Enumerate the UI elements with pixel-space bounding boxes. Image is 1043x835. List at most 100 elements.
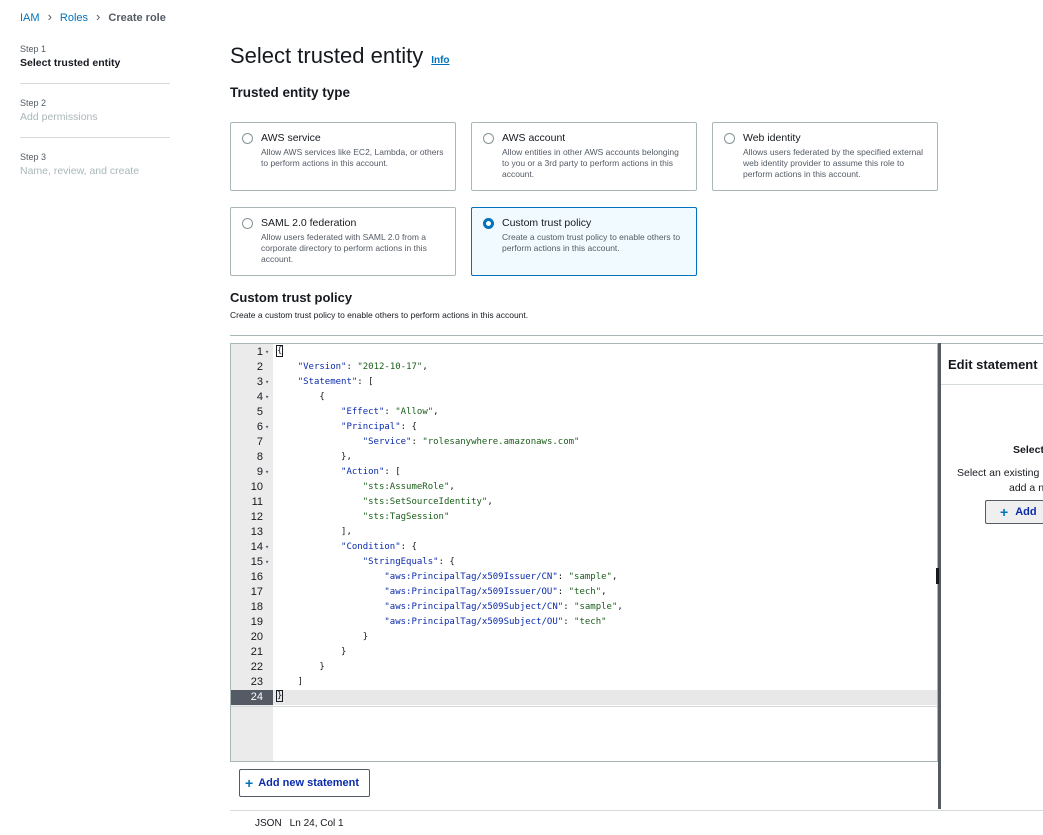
fold-toggle-icon[interactable]: ▾ [265,540,269,555]
code-line[interactable]: 1 ▾ { [231,344,937,360]
breadcrumb: IAM › Roles › Create role [20,9,166,25]
wizard-step-1[interactable]: Step 1 Select trusted entity [20,44,170,79]
step-divider [20,137,170,138]
code-line[interactable]: 19 "aws:PrincipalTag/x509Subject/OU": "t… [231,615,937,630]
line-number: 4 [256,391,263,403]
code-line[interactable]: 4 ▾ { [231,390,937,405]
line-number: 1 [256,346,263,358]
step-title: Add permissions [20,111,98,123]
code-line[interactable]: 5 "Effect": "Allow", [231,405,937,420]
code-text: "sts:SetSourceIdentity", [362,497,493,507]
code-line[interactable]: 3 ▾ "Statement": [ [231,375,937,390]
code-line[interactable]: 11 "sts:SetSourceIdentity", [231,495,937,510]
fold-toggle-icon[interactable]: ▾ [265,420,269,435]
code-line[interactable]: 6 ▾ "Principal": { [231,420,937,435]
code-text: "Principal": { [341,422,417,432]
code-line[interactable]: 8 }, [231,450,937,465]
line-number: 20 [250,631,263,643]
tile-aws-account[interactable]: AWS account Allow entities in other AWS … [471,122,697,191]
edit-statement-heading: Edit statement [948,357,1038,372]
trusted-entity-type-heading: Trusted entity type [230,85,351,100]
code-line[interactable]: 22 } [231,660,937,675]
code-text: } [276,647,347,657]
select-statement-title: Select [1013,444,1043,456]
add-statement-button[interactable]: + Add [985,500,1043,524]
step-number: Step 3 [20,152,47,162]
line-number: 11 [251,496,263,508]
code-line[interactable]: 10 "sts:AssumeRole", [231,480,937,495]
info-link[interactable]: Info [431,55,449,66]
code-line[interactable]: 15 ▾ "StringEquals": { [231,555,937,570]
wizard-step-3: Step 3 Name, review, and create [20,152,170,187]
code-line[interactable]: 18 "aws:PrincipalTag/x509Subject/CN": "s… [231,600,937,615]
step-title: Name, review, and create [20,165,140,177]
add-new-statement-button[interactable]: + Add new statement [239,769,370,797]
custom-trust-policy-description: Create a custom trust policy to enable o… [230,310,529,320]
tile-custom-trust-policy[interactable]: Custom trust policy Create a custom trus… [471,207,697,276]
breadcrumb-iam-link[interactable]: IAM [20,12,40,24]
divider [231,706,937,707]
breadcrumb-roles-link[interactable]: Roles [60,12,88,24]
code-text: "Action": [ [341,467,401,477]
tile-saml-federation[interactable]: SAML 2.0 federation Allow users federate… [230,207,456,276]
fold-toggle-icon[interactable]: ▾ [265,465,269,480]
step-title: Select trusted entity [20,57,121,69]
wizard-steps: Step 1 Select trusted entity Step 2 Add … [20,44,170,187]
tile-description: Allow users federated with SAML 2.0 from… [261,232,427,264]
tile-title: AWS account [502,132,566,144]
cursor-position: Ln 24, Col 1 [289,817,344,829]
code-text: "Condition": { [341,542,417,552]
tile-title: Web identity [743,132,801,144]
line-number: 17 [250,586,263,598]
editor-mode: JSON [255,817,282,829]
line-number: 16 [250,571,263,583]
code-line[interactable]: 9 ▾ "Action": [ [231,465,937,480]
line-number: 2 [256,361,263,373]
code-text: "Service": "rolesanywhere.amazonaws.com" [362,437,580,447]
json-policy-editor[interactable]: 1 ▾{2 "Version": "2012-10-17", 3 ▾ "Stateme… [230,343,938,762]
code-line[interactable]: 12 "sts:TagSession" [231,510,937,525]
code-line[interactable]: 16 "aws:PrincipalTag/x509Issuer/CN": "sa… [231,570,937,585]
code-line[interactable]: 7 "Service": "rolesanywhere.amazonaws.co… [231,435,937,450]
line-number: 24 [231,690,273,705]
button-label: Add new statement [258,777,360,789]
fold-toggle-icon[interactable]: ▾ [265,555,269,570]
code-line[interactable]: 13 ], [231,525,937,540]
resize-handle-icon[interactable] [936,568,939,584]
radio-button[interactable] [483,133,494,144]
radio-button-selected[interactable] [483,218,494,229]
code-text: "Effect": "Allow", [341,407,439,417]
radio-button[interactable] [242,218,253,229]
step-number: Step 1 [20,44,47,54]
code-text: { [276,344,284,360]
code-line[interactable]: 2 "Version": "2012-10-17", [231,360,937,375]
button-label: Add [1015,506,1037,518]
line-number: 12 [250,511,263,523]
tile-web-identity[interactable]: Web identity Allows users federated by t… [712,122,938,191]
tile-description: Allow entities in other AWS accounts bel… [502,147,679,179]
radio-button[interactable] [242,133,253,144]
code-text: } [276,689,284,705]
code-lines: 1 ▾{2 "Version": "2012-10-17", 3 ▾ "Stateme… [231,344,937,705]
code-text: "sts:AssumeRole", [362,482,455,492]
line-number: 14 [250,541,263,553]
tile-aws-service[interactable]: AWS service Allow AWS services like EC2,… [230,122,456,191]
code-text: "sts:TagSession" [362,512,450,522]
code-line[interactable]: 23 ] [231,675,937,690]
line-number: 15 [250,556,263,568]
radio-button[interactable] [724,133,735,144]
fold-toggle-icon[interactable]: ▾ [265,390,269,405]
code-line[interactable]: 17 "aws:PrincipalTag/x509Issuer/OU": "te… [231,585,937,600]
plus-icon: + [245,775,254,791]
chevron-right-icon: › [96,9,101,24]
tile-description: Create a custom trust policy to enable o… [502,232,681,253]
code-line[interactable]: 24} [231,689,937,705]
code-line[interactable]: 20 } [231,630,937,645]
fold-toggle-icon[interactable]: ▾ [265,345,269,360]
code-line[interactable]: 21 } [231,645,937,660]
fold-toggle-icon[interactable]: ▾ [265,375,269,390]
line-number: 6 [256,421,263,433]
wizard-step-2: Step 2 Add permissions [20,98,170,133]
line-number: 9 [256,466,263,478]
code-line[interactable]: 14 ▾ "Condition": { [231,540,937,555]
